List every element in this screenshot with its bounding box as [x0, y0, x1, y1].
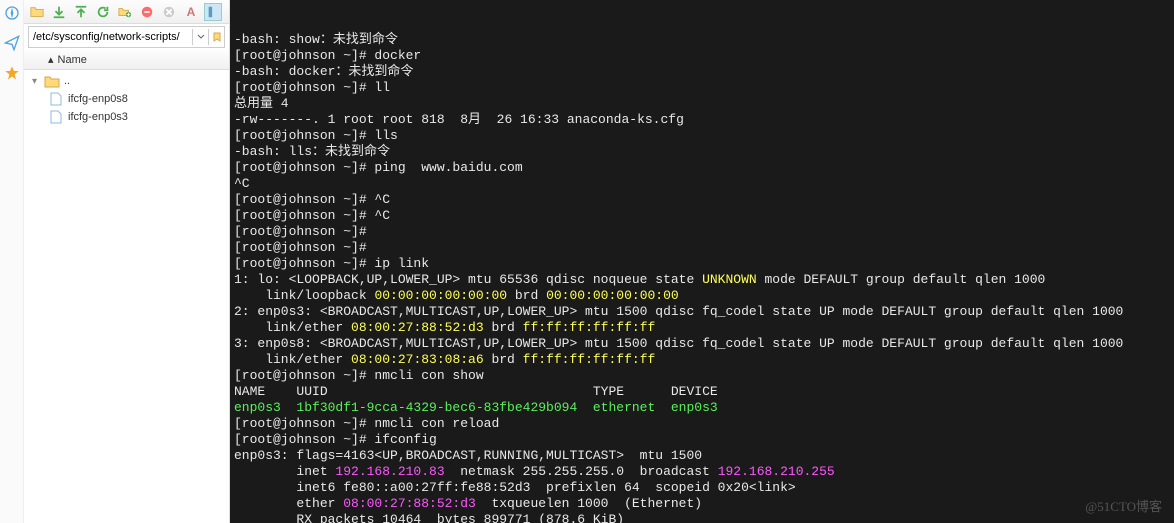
- terminal-line: 2: enp0s3: <BROADCAST,MULTICAST,UP,LOWER…: [234, 304, 1170, 320]
- terminal-line: -bash: lls：未找到命令: [234, 144, 1170, 160]
- terminal-line: link/ether 08:00:27:88:52:d3 brd ff:ff:f…: [234, 320, 1170, 336]
- terminal-line: [root@johnson ~]# ^C: [234, 208, 1170, 224]
- terminal-line: enp0s3: flags=4163<UP,BROADCAST,RUNNING,…: [234, 448, 1170, 464]
- path-text[interactable]: /etc/sysconfig/network-scripts/: [29, 31, 192, 43]
- terminal-line: [root@johnson ~]# lls: [234, 128, 1170, 144]
- terminal-line: [root@johnson ~]# docker: [234, 48, 1170, 64]
- new-folder-icon[interactable]: [116, 3, 134, 21]
- watermark: @51CTO博客: [1085, 499, 1162, 515]
- terminal-line: ether 08:00:27:88:52:d3 txqueuelen 1000 …: [234, 496, 1170, 512]
- terminal-line: 1: lo: <LOOPBACK,UP,LOWER_UP> mtu 65536 …: [234, 272, 1170, 288]
- terminal-line: link/ether 08:00:27:83:08:a6 brd ff:ff:f…: [234, 352, 1170, 368]
- star-icon[interactable]: [3, 64, 21, 82]
- file-icon: [48, 92, 64, 106]
- terminal-line: inet 192.168.210.83 netmask 255.255.255.…: [234, 464, 1170, 480]
- path-bar: /etc/sysconfig/network-scripts/: [28, 26, 225, 48]
- download-green-icon[interactable]: [50, 3, 68, 21]
- tree-header-name[interactable]: ▴Name: [24, 50, 229, 70]
- terminal-line: link/loopback 00:00:00:00:00:00 brd 00:0…: [234, 288, 1170, 304]
- terminal-line: -bash: docker：未找到命令: [234, 64, 1170, 80]
- terminal-line: NAME UUID TYPE DEVICE: [234, 384, 1170, 400]
- terminal-line: -bash: show：未找到命令: [234, 32, 1170, 48]
- terminal-line: [root@johnson ~]# ll: [234, 80, 1170, 96]
- terminal-line: [root@johnson ~]# ip link: [234, 256, 1170, 272]
- folder-up-icon: [44, 74, 60, 88]
- file-manager-panel: A /etc/sysconfig/network-scripts/ ▴Name …: [0, 0, 230, 523]
- terminal-line: 3: enp0s8: <BROADCAST,MULTICAST,UP,LOWER…: [234, 336, 1170, 352]
- terminal-line: [root@johnson ~]# nmcli con reload: [234, 416, 1170, 432]
- tree-parent-row[interactable]: ▾ ..: [24, 72, 229, 90]
- file-icon: [48, 110, 64, 124]
- folder-icon[interactable]: [28, 3, 46, 21]
- terminal-line: [root@johnson ~]# ping www.baidu.com: [234, 160, 1170, 176]
- path-dropdown-icon[interactable]: [192, 29, 208, 45]
- tree-file-row[interactable]: ifcfg-enp0s3: [24, 108, 229, 126]
- terminal-line: inet6 fe80::a00:27ff:fe88:52d3 prefixlen…: [234, 480, 1170, 496]
- terminal-line: ^C: [234, 176, 1170, 192]
- panel-toggle-icon[interactable]: [204, 3, 222, 21]
- terminal-line: [root@johnson ~]# ^C: [234, 192, 1170, 208]
- terminal-line: 总用量 4: [234, 96, 1170, 112]
- terminal-line: enp0s3 1bf30df1-9cca-4329-bec6-83fbe429b…: [234, 400, 1170, 416]
- upload-green-icon[interactable]: [72, 3, 90, 21]
- terminal-line: [root@johnson ~]#: [234, 240, 1170, 256]
- file-tree: ▾ .. ifcfg-enp0s8 ifcfg-enp0s3: [24, 70, 229, 523]
- delete-icon[interactable]: [138, 3, 156, 21]
- path-bookmark-icon[interactable]: [208, 29, 224, 45]
- terminal-line: RX packets 10464 bytes 899771 (878.6 KiB…: [234, 512, 1170, 523]
- terminal-line: -rw-------. 1 root root 818 8月 26 16:33 …: [234, 112, 1170, 128]
- terminal-line: [root@johnson ~]# ifconfig: [234, 432, 1170, 448]
- terminal[interactable]: @51CTO博客 -bash: show：未找到命令[root@johnson …: [230, 0, 1174, 523]
- font-icon[interactable]: A: [182, 3, 200, 21]
- tree-file-row[interactable]: ifcfg-enp0s8: [24, 90, 229, 108]
- refresh-icon[interactable]: [94, 3, 112, 21]
- file-toolbar: A: [24, 0, 229, 24]
- terminal-line: [root@johnson ~]#: [234, 224, 1170, 240]
- compass-icon[interactable]: [3, 4, 21, 22]
- cancel-icon[interactable]: [160, 3, 178, 21]
- terminal-line: [root@johnson ~]# nmcli con show: [234, 368, 1170, 384]
- vertical-toolbar: [0, 0, 24, 523]
- send-icon[interactable]: [3, 34, 21, 52]
